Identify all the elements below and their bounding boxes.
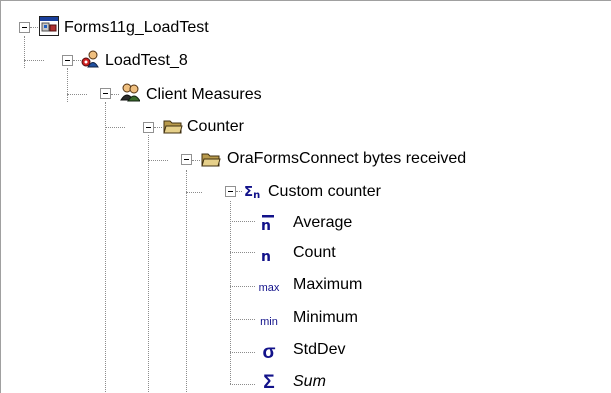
tree-line	[105, 127, 125, 128]
tree-line	[148, 135, 149, 393]
tree-line	[30, 27, 38, 28]
tree-line	[192, 160, 200, 161]
expander-counter[interactable]	[143, 122, 154, 133]
sigma-lower-icon: σ	[262, 342, 276, 363]
svg-text:n: n	[261, 218, 271, 232]
tree-line	[230, 252, 255, 253]
tree-line	[230, 286, 255, 287]
stat-label-minimum[interactable]: Minimum	[293, 308, 358, 328]
node-label-counter[interactable]: Counter	[187, 117, 244, 137]
expander-loadtest[interactable]	[62, 55, 73, 66]
project-icon	[39, 16, 59, 36]
tree-line	[105, 102, 106, 393]
tree-view[interactable]: Forms11g_LoadTest LoadTest_8 Client Meas…	[0, 0, 611, 393]
stat-label-count[interactable]: Count	[293, 243, 336, 263]
tree-line	[186, 192, 202, 193]
tree-line	[230, 221, 255, 222]
expander-custom-counter[interactable]	[225, 186, 236, 197]
expander-client-measures[interactable]	[100, 88, 111, 99]
stat-label-maximum[interactable]: Maximum	[293, 275, 362, 295]
loadtest-icon	[81, 50, 99, 68]
tree-line	[154, 127, 162, 128]
tree-line	[230, 384, 255, 385]
sigma-n-icon: Σ n	[244, 185, 260, 201]
node-label-loadtest[interactable]: LoadTest_8	[105, 51, 188, 71]
tree-line	[67, 68, 68, 102]
folder-open-icon	[201, 153, 221, 167]
average-icon: n	[261, 215, 274, 232]
stat-label-sum[interactable]: Sum	[293, 372, 326, 392]
node-label-oraforms[interactable]: OraFormsConnect bytes received	[227, 149, 466, 169]
tree-line	[230, 352, 255, 353]
node-label-custom-counter[interactable]: Custom counter	[268, 182, 381, 202]
expander-oraforms[interactable]	[181, 154, 192, 165]
expander-root[interactable]	[19, 22, 30, 33]
users-icon	[120, 83, 140, 102]
node-label-root[interactable]: Forms11g_LoadTest	[64, 18, 209, 38]
tree-line	[24, 36, 25, 68]
svg-text:n: n	[253, 190, 260, 201]
svg-text:n: n	[261, 249, 271, 264]
min-icon: min	[260, 316, 278, 328]
tree-line	[73, 60, 81, 61]
tree-line	[230, 319, 255, 320]
tree-line	[230, 201, 231, 384]
svg-text:Σ: Σ	[244, 185, 253, 200]
tree-line	[24, 60, 44, 61]
tree-line	[186, 170, 187, 393]
folder-open-icon	[163, 120, 183, 134]
tree-line	[236, 191, 242, 192]
node-label-client-measures[interactable]: Client Measures	[146, 85, 262, 105]
tree-line	[111, 94, 119, 95]
tree-line	[67, 94, 87, 95]
stat-label-stddev[interactable]: StdDev	[293, 340, 345, 360]
stat-label-average[interactable]: Average	[293, 213, 352, 233]
sum-icon: Σ	[263, 372, 275, 393]
tree-line	[148, 160, 168, 161]
max-icon: max	[258, 282, 280, 294]
count-icon: n	[261, 249, 271, 264]
